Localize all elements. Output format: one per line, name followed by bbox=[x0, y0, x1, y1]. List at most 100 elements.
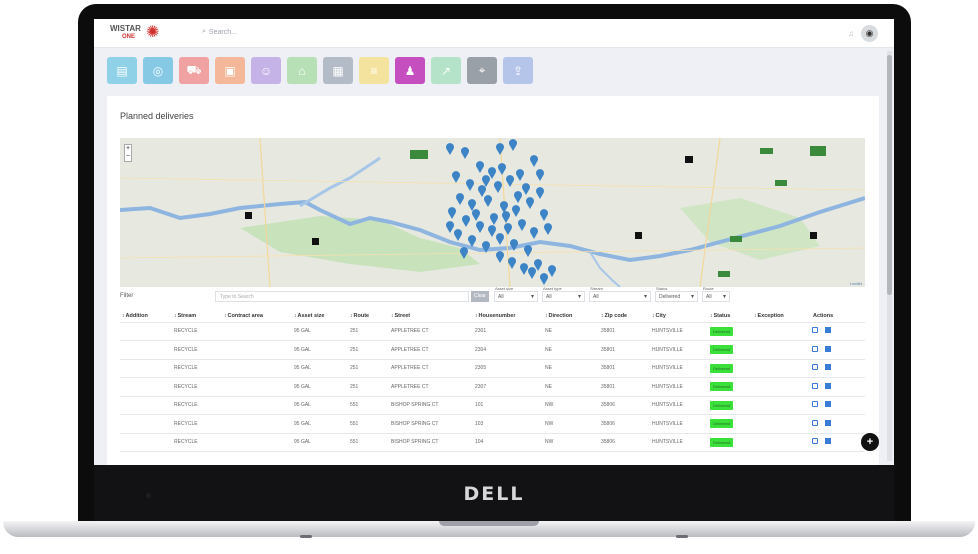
cell-street: BISHOP SPRING CT bbox=[389, 396, 473, 415]
clear-filter-button[interactable]: Clear bbox=[471, 291, 489, 302]
cell-exception bbox=[752, 377, 810, 397]
status-select[interactable]: Status Delivered bbox=[655, 286, 698, 302]
module-tile[interactable]: ↗ bbox=[431, 57, 461, 84]
cell-asset-size: 95 GAL bbox=[292, 340, 348, 360]
add-delivery-button[interactable]: + bbox=[861, 433, 879, 451]
calendar-icon[interactable] bbox=[825, 419, 831, 426]
module-tile[interactable]: ≡ bbox=[359, 57, 389, 84]
module-tile[interactable]: ☺ bbox=[251, 57, 281, 84]
cell-contract-area bbox=[222, 414, 292, 434]
cell-status: Delivered bbox=[708, 359, 752, 378]
table-row[interactable]: RECYCLE 95 GAL 251 APPLETREE CT 2304 NE 35801 H… bbox=[120, 340, 865, 360]
edit-icon[interactable] bbox=[812, 382, 818, 389]
column-header[interactable]: Street bbox=[389, 310, 473, 323]
cell-contract-area bbox=[222, 359, 292, 378]
column-header[interactable]: Contract area bbox=[222, 310, 292, 323]
app-logo[interactable]: WISTAR ONE bbox=[110, 25, 141, 41]
cell-addition bbox=[120, 377, 172, 397]
laptop-notch bbox=[439, 521, 539, 526]
notification-icon[interactable]: ♫ bbox=[848, 29, 854, 38]
map-zoom-control[interactable]: + − bbox=[124, 144, 132, 162]
cell-addition bbox=[120, 359, 172, 378]
table-row[interactable]: RECYCLE 95 GAL 551 BISHOP SPRING CT 104 NW 358… bbox=[120, 433, 865, 452]
module-tile[interactable]: ▦ bbox=[323, 57, 353, 84]
chart-icon: ↗ bbox=[440, 63, 452, 78]
edit-icon[interactable] bbox=[812, 327, 818, 334]
module-tile[interactable]: ♟ bbox=[395, 57, 425, 84]
truck-icon: ⛟ bbox=[186, 62, 202, 77]
module-tile[interactable]: ⌖ bbox=[467, 57, 497, 84]
asset-type-value: All bbox=[546, 294, 552, 300]
app-screen: WISTAR ONE ✺ ⌕ Search... ♫ ◉ ▤ ◎ ⛟ ▣ ☺ ⌂ ▦ ≡ ♟ ↗ ⌖… bbox=[94, 19, 894, 465]
cell-asset-size: 95 GAL bbox=[292, 414, 348, 434]
module-tile[interactable]: ⇪ bbox=[503, 57, 533, 84]
table-row[interactable]: RECYCLE 95 GAL 551 BISHOP SPRING CT 101 NW 358… bbox=[120, 396, 865, 415]
column-header[interactable]: Direction bbox=[543, 310, 599, 323]
calendar-icon[interactable] bbox=[825, 438, 831, 445]
module-tile[interactable]: ▣ bbox=[215, 57, 245, 84]
logo-mark-icon: ✺ bbox=[146, 24, 160, 41]
edit-icon[interactable] bbox=[812, 419, 818, 426]
table-row[interactable]: RECYCLE 95 GAL 551 BISHOP SPRING CT 103 NW 358… bbox=[120, 414, 865, 434]
edit-icon[interactable] bbox=[812, 345, 818, 352]
zoom-out-button[interactable]: − bbox=[125, 153, 131, 161]
cell-status: Delivered bbox=[708, 340, 752, 360]
cell-city: HUNTSVILLE bbox=[650, 359, 708, 378]
calendar-icon[interactable] bbox=[825, 382, 831, 389]
route-select[interactable]: Route All bbox=[702, 286, 730, 302]
cell-addition bbox=[120, 396, 172, 415]
deliveries-map[interactable]: + − Leaflet bbox=[120, 138, 865, 287]
cell-housenumber: 103 bbox=[473, 414, 543, 434]
asset-counter-icon: ◎ bbox=[152, 63, 164, 78]
module-tile[interactable]: ⌂ bbox=[287, 57, 317, 84]
column-header[interactable]: Housenumber bbox=[473, 310, 543, 323]
asset-size-select[interactable]: Asset size All bbox=[494, 286, 538, 302]
calendar-icon[interactable] bbox=[825, 345, 831, 352]
user-avatar[interactable]: ◉ bbox=[861, 25, 878, 42]
table-row[interactable]: RECYCLE 95 GAL 251 APPLETREE CT 2307 NE 35801 H… bbox=[120, 377, 865, 397]
cell-asset-size: 95 GAL bbox=[292, 377, 348, 397]
edit-icon[interactable] bbox=[812, 401, 818, 408]
cell-housenumber: 2307 bbox=[473, 377, 543, 397]
column-header[interactable]: Actions bbox=[810, 310, 865, 323]
column-header[interactable]: City bbox=[650, 310, 708, 323]
cell-addition bbox=[120, 340, 172, 360]
calendar-icon[interactable] bbox=[825, 401, 831, 408]
calendar-icon[interactable] bbox=[825, 327, 831, 334]
module-tile[interactable]: ◎ bbox=[143, 57, 173, 84]
column-header[interactable]: Addition bbox=[120, 310, 172, 323]
column-header[interactable]: Route bbox=[348, 310, 389, 323]
edit-icon[interactable] bbox=[812, 438, 818, 445]
cell-route: 251 bbox=[348, 359, 389, 378]
table-row[interactable]: RECYCLE 95 GAL 251 APPLETREE CT 2305 NE 35801 H… bbox=[120, 359, 865, 378]
asset-type-select[interactable]: Asset type All bbox=[542, 286, 585, 302]
global-search[interactable]: ⌕ Search... bbox=[202, 28, 237, 36]
scrollbar-thumb[interactable] bbox=[887, 55, 892, 295]
table-row[interactable]: RECYCLE 95 GAL 251 APPLETREE CT 2301 NE 35801 H… bbox=[120, 322, 865, 341]
module-tile[interactable]: ⛟ bbox=[179, 57, 209, 84]
column-header[interactable]: Zip code bbox=[599, 310, 650, 323]
search-input[interactable]: Search... bbox=[209, 29, 237, 36]
cell-exception bbox=[752, 396, 810, 415]
cell-housenumber: 104 bbox=[473, 433, 543, 452]
column-header[interactable]: Status bbox=[708, 310, 752, 323]
cell-direction: NE bbox=[543, 322, 599, 341]
cell-contract-area bbox=[222, 377, 292, 397]
column-header[interactable]: Stream bbox=[172, 310, 222, 323]
cell-stream: RECYCLE bbox=[172, 414, 222, 434]
cell-stream: RECYCLE bbox=[172, 340, 222, 360]
cell-addition bbox=[120, 322, 172, 341]
column-header[interactable]: Asset size bbox=[292, 310, 348, 323]
logo-text: WISTAR bbox=[110, 24, 141, 33]
filter-search-input[interactable]: Type to Search bbox=[215, 291, 469, 302]
stream-select[interactable]: Stream All bbox=[589, 286, 651, 302]
map-canvas bbox=[120, 138, 865, 287]
calendar-icon[interactable] bbox=[825, 364, 831, 371]
module-tile[interactable]: ▤ bbox=[107, 57, 137, 84]
column-header[interactable]: Exception bbox=[752, 310, 810, 323]
map-attribution[interactable]: Leaflet bbox=[850, 281, 862, 286]
cell-status: Delivered bbox=[708, 322, 752, 341]
edit-icon[interactable] bbox=[812, 364, 818, 371]
status-badge: Delivered bbox=[710, 345, 733, 355]
zoom-in-button[interactable]: + bbox=[125, 145, 131, 153]
